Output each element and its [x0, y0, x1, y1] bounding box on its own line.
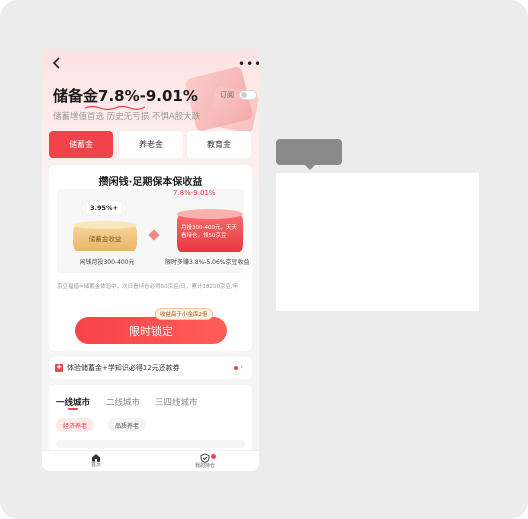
red-block-label: 月投300-400元，天天看持仓，领50京豆	[181, 225, 237, 239]
product-card: 攒闲钱·足期保本保收益 3.95%+ 储蓄金收益 闲钱月投300-400元 7.…	[49, 165, 252, 351]
left-caption: 闲钱月投300-400元	[79, 259, 135, 266]
tab-education[interactable]: 教育金	[187, 131, 251, 158]
chevron-left-icon	[52, 57, 60, 69]
bottom-tab-bar: 首页 我的持仓	[42, 450, 259, 471]
fine-print: 京豆福借=储蓄金体验中，次日看持仓必得50京豆/日，累计18250京豆/年	[57, 284, 239, 290]
tab-label: 养老金	[139, 140, 163, 149]
notification-dot	[234, 366, 238, 370]
comparison-panel: 3.95%+ 储蓄金收益 闲钱月投300-400元 7.8%-9.01% 月投3…	[57, 189, 249, 273]
canvas-background: ••• 储备金7.8%-9.01% 订阅 储蓄增值首选 历史无亏损 不惧A股大跌…	[0, 0, 528, 519]
city-tab-tier34[interactable]: 三四线城市	[155, 396, 198, 408]
home-icon	[92, 454, 100, 462]
chip-label: 经济养老	[63, 422, 88, 430]
right-rate: 7.8%-9.01%	[173, 189, 216, 197]
tooltip-tag	[276, 139, 342, 170]
bonus-red-block: 月投300-400元，天天看持仓，领50京豆	[177, 209, 243, 252]
tab-label: 教育金	[207, 140, 231, 149]
tab-label: 储蓄金	[69, 140, 93, 149]
gold-block-label: 储蓄金收益	[88, 235, 122, 243]
notification-dot	[211, 454, 216, 459]
gift-icon: ✚	[55, 364, 63, 372]
yield-tip-badge: 收益高于小金库2倍	[155, 308, 213, 320]
promo-text: 体验储蓄金+学知识必得12元还款券	[67, 364, 180, 372]
city-tab-tier2[interactable]: 二线城市	[106, 396, 140, 408]
title-prefix: 储备金	[53, 87, 99, 105]
tab-savings[interactable]: 储蓄金	[49, 131, 113, 158]
tabbar-label: 首页	[90, 462, 101, 468]
side-panel	[276, 173, 479, 311]
lock-in-label: 限时锁定	[129, 324, 173, 338]
phone-screen: ••• 储备金7.8%-9.01% 订阅 储蓄增值首选 历史无亏损 不惧A股大跌…	[42, 50, 259, 471]
title-rate: 7.8%-9.01%	[98, 87, 198, 105]
page-subtitle: 储蓄增值首选 历史无亏损 不惧A股大跌	[53, 112, 201, 122]
city-section: 一线城市 二线城市 三四线城市 经济养老 品质养老	[49, 385, 252, 455]
tabbar-holdings[interactable]: 我的持仓	[185, 453, 225, 470]
subscribe-label: 订阅	[220, 91, 234, 99]
compare-arrow-icon	[148, 229, 160, 241]
promo-banner[interactable]: ✚ 体验储蓄金+学知识必得12元还款券 ›	[49, 357, 252, 379]
shield-check-icon	[200, 453, 210, 463]
tab-underline	[68, 408, 78, 410]
more-button[interactable]: •••	[238, 56, 259, 72]
more-dots-icon: •••	[238, 57, 259, 71]
back-button[interactable]	[51, 56, 67, 72]
tabbar-home[interactable]: 首页	[76, 453, 116, 469]
savings-gold-block: 储蓄金收益	[73, 221, 137, 251]
tabbar-label: 我的持仓	[194, 463, 215, 469]
content-placeholder	[56, 440, 245, 448]
chip-quality-pension[interactable]: 品质养老	[108, 418, 147, 432]
lock-in-button[interactable]: 限时锁定	[75, 317, 227, 344]
card-title: 攒闲钱·足期保本保收益	[98, 177, 203, 188]
left-rate-badge: 3.95%+	[86, 201, 122, 215]
chip-label: 品质养老	[115, 422, 140, 430]
city-tab-tier1[interactable]: 一线城市	[56, 396, 90, 408]
chevron-right-icon: ›	[240, 362, 244, 371]
tab-pension[interactable]: 养老金	[119, 131, 183, 158]
chip-economy-pension[interactable]: 经济养老	[56, 418, 95, 432]
subscribe-toggle[interactable]	[239, 90, 257, 100]
right-caption: 限时多赚3.8%-5.06%京豆收益	[165, 259, 250, 266]
page-title: 储备金7.8%-9.01%	[53, 85, 198, 106]
